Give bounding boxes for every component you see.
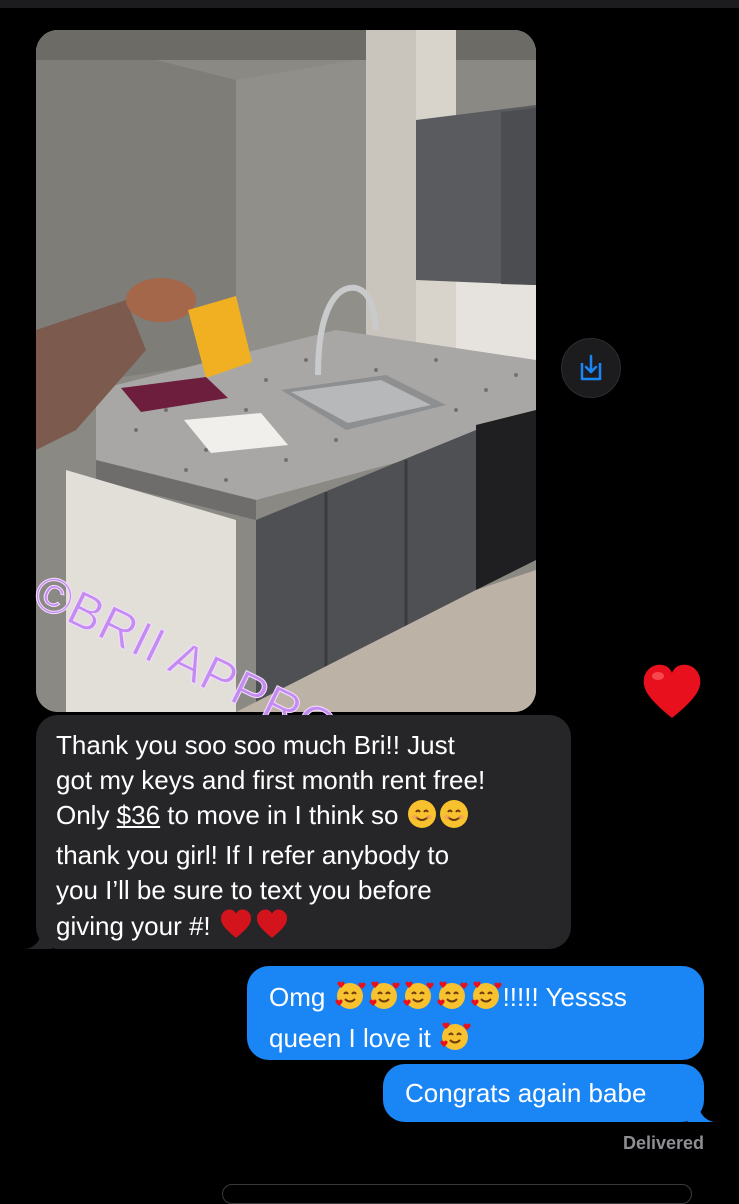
message-text: Congrats again babe bbox=[405, 1078, 647, 1108]
smiling-face-with-hearts-icon bbox=[368, 979, 400, 1020]
smiling-face-with-hearts-icon bbox=[439, 1020, 471, 1061]
outgoing-message-bubble[interactable]: Omg !!!!! Yessss queen I love it bbox=[247, 966, 704, 1060]
message-line: you I’ll be sure to text you before bbox=[56, 875, 432, 905]
message-line: giving your #! bbox=[56, 908, 551, 949]
smiling-face-with-hearts-icon bbox=[334, 979, 366, 1020]
message-text: to move in I think so bbox=[160, 800, 399, 830]
message-text: Only bbox=[56, 800, 117, 830]
smiling-face-with-hearts-icon bbox=[402, 979, 434, 1020]
delivered-status: Delivered bbox=[622, 1133, 704, 1153]
message-line: Omg !!!!! Yessss bbox=[269, 979, 684, 1020]
bubble-tail bbox=[26, 927, 52, 949]
outgoing-message-bubble[interactable]: Congrats again babe bbox=[383, 1064, 714, 1122]
smiling-face-with-hearts-icon bbox=[470, 979, 502, 1020]
heart-reaction-icon[interactable] bbox=[640, 660, 704, 729]
status-bar-edge bbox=[0, 0, 739, 8]
money-amount-link[interactable]: $36 bbox=[117, 800, 160, 830]
smiling-face-with-hearts-icon bbox=[436, 979, 468, 1020]
message-text: queen I love it bbox=[269, 1023, 431, 1053]
red-heart-icon bbox=[219, 908, 253, 949]
save-download-icon bbox=[580, 354, 602, 381]
message-line: thank you girl! If I refer anybody to bbox=[56, 840, 450, 870]
message-input-field-edge[interactable] bbox=[222, 1184, 692, 1204]
smiling-face-icon bbox=[439, 799, 469, 838]
bubble-tail bbox=[688, 1100, 714, 1122]
red-heart-icon bbox=[255, 908, 289, 949]
message-text: !!!!! Yessss bbox=[502, 982, 627, 1012]
incoming-message-bubble[interactable]: Thank you soo soo much Bri!! Just got my… bbox=[26, 715, 571, 949]
smiling-face-icon bbox=[407, 799, 437, 838]
message-text: giving your #! bbox=[56, 911, 211, 941]
message-line: got my keys and first month rent free! bbox=[56, 765, 486, 795]
message-text: Omg bbox=[269, 982, 326, 1012]
message-line: Only $36 to move in I think so bbox=[56, 798, 551, 838]
message-line: Thank you soo soo much Bri!! Just bbox=[56, 730, 455, 760]
save-button[interactable] bbox=[561, 338, 621, 398]
message-line: queen I love it bbox=[269, 1020, 684, 1061]
